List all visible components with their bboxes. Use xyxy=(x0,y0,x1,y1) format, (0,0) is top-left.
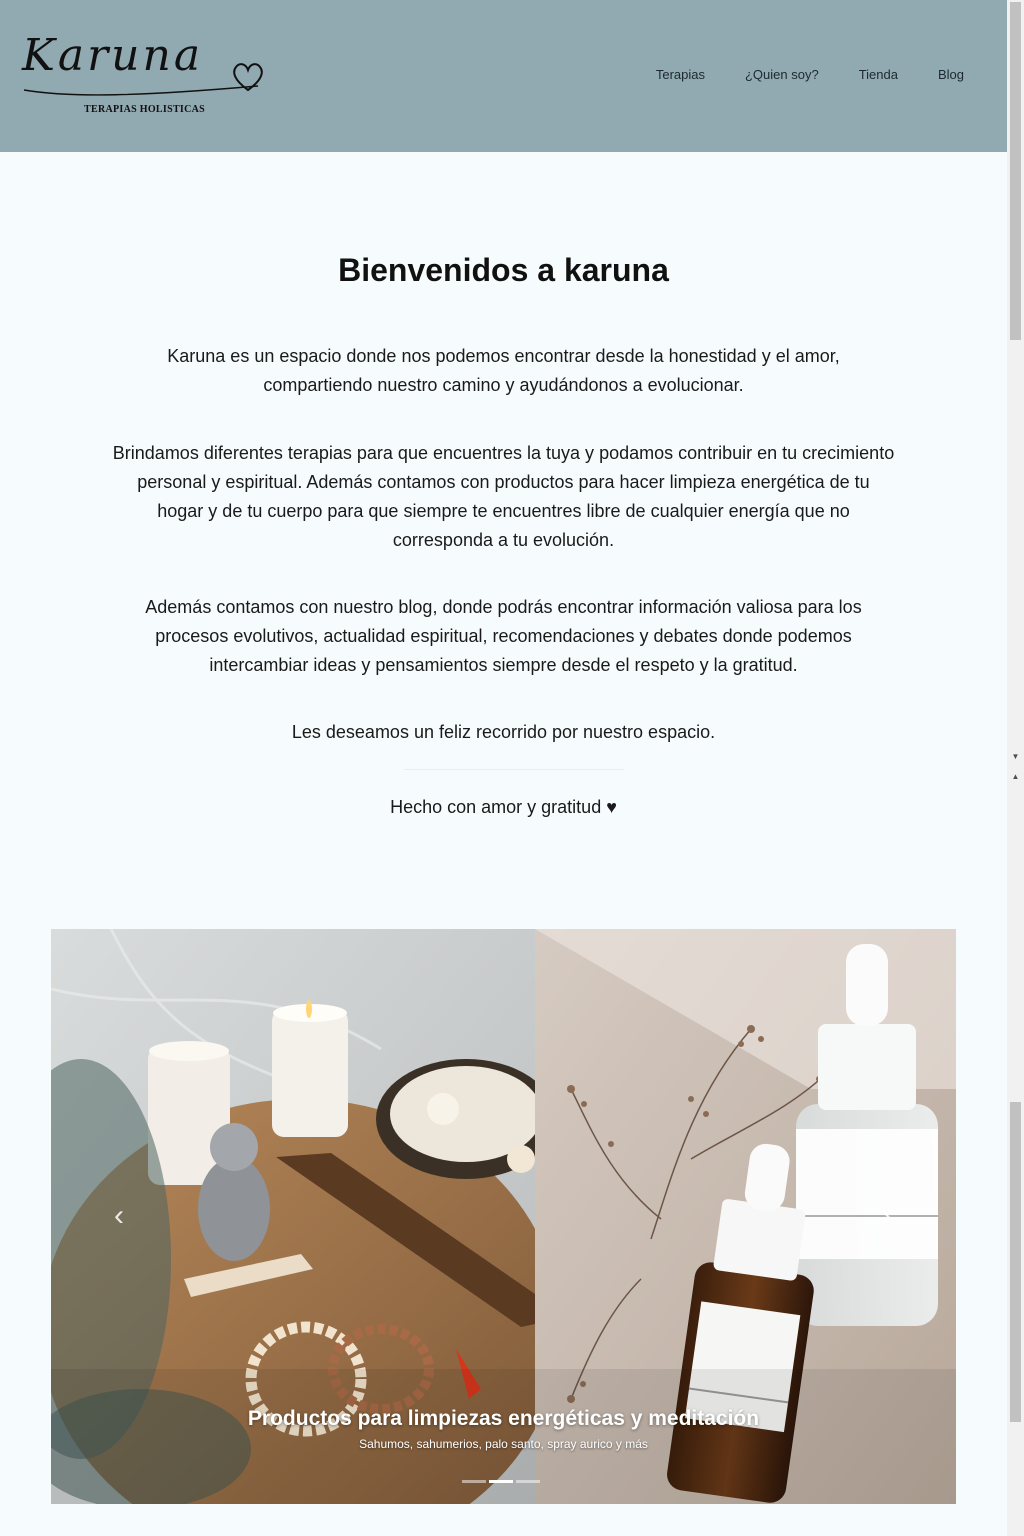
carousel-indicator[interactable] xyxy=(489,1480,513,1483)
carousel-slide-title: Productos para limpiezas energéticas y m… xyxy=(247,1407,760,1430)
scrollbar-thumb-top[interactable] xyxy=(1010,2,1021,340)
carousel-prev-icon[interactable]: ‹ xyxy=(104,1199,134,1233)
nav-link-blog[interactable]: Blog xyxy=(938,67,964,82)
carousel-indicators xyxy=(462,1480,540,1483)
page-scrollbar[interactable]: ▼ ▲ xyxy=(1007,0,1024,1536)
closing-paragraph: Les deseamos un feliz recorrido por nues… xyxy=(291,722,716,742)
nav-link-quien-soy[interactable]: ¿Quien soy? xyxy=(745,67,819,82)
carousel-indicator[interactable] xyxy=(516,1480,540,1483)
site-header: Karuna TERAPIAS HOLISTICAS Terapias ¿Qui… xyxy=(0,0,1007,152)
intro-paragraph: Karuna es un espacio donde nos podemos e… xyxy=(167,346,840,395)
product-carousel[interactable]: ‹ › Productos para limpiezas energéticas… xyxy=(51,929,956,1504)
carousel-next-icon[interactable]: › xyxy=(871,1199,901,1233)
main-nav: Terapias ¿Quien soy? Tienda Blog xyxy=(616,67,964,82)
carousel-indicator[interactable] xyxy=(462,1480,486,1483)
divider xyxy=(404,769,624,770)
signature-text: Hecho con amor y gratitud ♥ xyxy=(390,797,617,817)
scrollbar-thumb-bottom[interactable] xyxy=(1010,1102,1021,1422)
carousel-caption: Productos para limpiezas energéticas y m… xyxy=(51,1407,956,1451)
logo-script-text: Karuna xyxy=(22,30,204,81)
scroll-up-arrow-icon[interactable]: ▲ xyxy=(1007,772,1024,782)
carousel-slide-subtitle: Sahumos, sahumerios, palo santo, spray a… xyxy=(359,1437,648,1451)
logo-subtitle: TERAPIAS HOLISTICAS xyxy=(84,104,206,115)
scroll-down-arrow-icon[interactable]: ▼ xyxy=(1007,752,1024,762)
blog-paragraph: Además contamos con nuestro blog, donde … xyxy=(145,597,862,675)
nav-link-terapias[interactable]: Terapias xyxy=(656,67,705,82)
logo-flourish xyxy=(23,85,259,96)
page-title: Bienvenidos a karuna xyxy=(338,252,669,288)
logo[interactable]: Karuna TERAPIAS HOLISTICAS xyxy=(22,30,263,124)
therapies-paragraph: Brindamos diferentes terapias para que e… xyxy=(112,443,895,550)
page: Karuna TERAPIAS HOLISTICAS Terapias ¿Qui… xyxy=(0,0,1024,1536)
nav-link-tienda[interactable]: Tienda xyxy=(859,67,898,82)
